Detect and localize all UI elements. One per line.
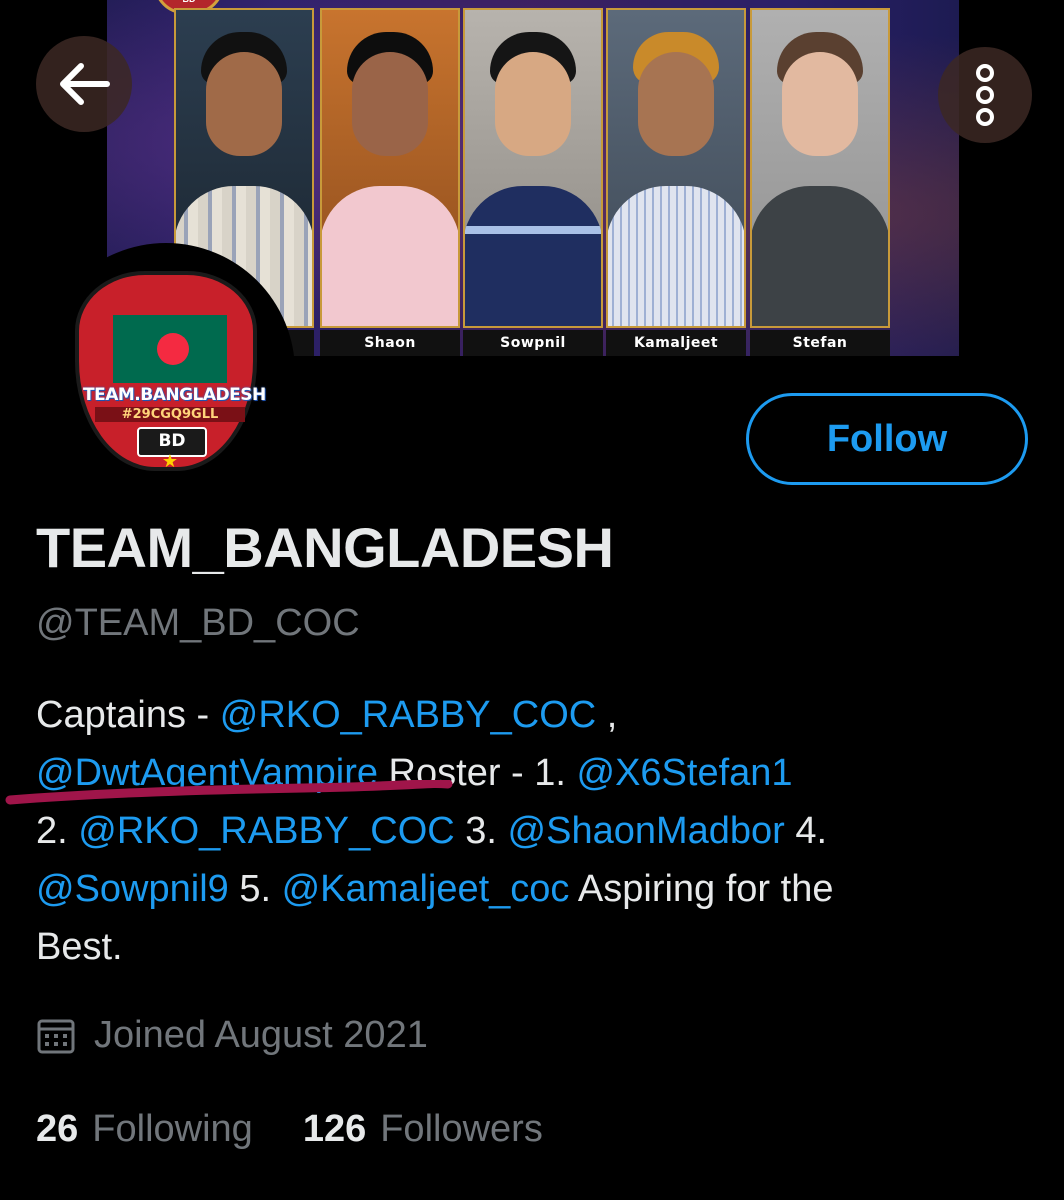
calendar-icon	[37, 1019, 75, 1053]
follow-button[interactable]: Follow	[746, 393, 1028, 485]
player-name-4: Kamaljeet	[606, 330, 746, 356]
mention-link[interactable]: @Kamaljeet_coc	[282, 868, 570, 910]
mention-link[interactable]: @Sowpnil9	[36, 868, 229, 910]
mention-link[interactable]: @DwtAgentVampire	[36, 752, 378, 794]
player-name-3: Sowpnil	[463, 330, 603, 356]
following-link[interactable]: 26 Following	[36, 1108, 253, 1151]
more-options-button[interactable]	[938, 47, 1032, 143]
mention-link[interactable]: @ShaonMadbor	[508, 810, 785, 852]
join-date: Joined August 2021	[36, 1014, 428, 1057]
mention-link[interactable]: @X6Stefan1	[577, 752, 793, 794]
following-label: Following	[92, 1108, 253, 1150]
mention-link[interactable]: @RKO_RABBY_COC	[220, 694, 596, 736]
username-handle: @TEAM_BD_COC	[36, 602, 360, 644]
display-name: TEAM_BANGLADESH	[36, 516, 614, 579]
team-shield-logo: TEAM.BANGLADESH #29CGQ9GLL BD ★	[75, 271, 266, 471]
avatar-tag-text: #29CGQ9GLL	[95, 407, 245, 422]
bio-text: 4.	[784, 810, 828, 852]
player-name-2: Shaon	[320, 330, 460, 356]
player-photo-3	[463, 8, 603, 328]
player-photo-4	[606, 8, 746, 328]
bio-text: Aspiring for the	[569, 868, 834, 910]
bio-text: 2.	[36, 810, 79, 852]
avatar-image: TEAM.BANGLADESH #29CGQ9GLL BD ★	[47, 253, 285, 491]
back-button[interactable]	[36, 36, 132, 132]
mention-link[interactable]: @RKO_RABBY_COC	[78, 810, 454, 852]
bio-line-1: Captains - @RKO_RABBY_COC ,	[36, 686, 617, 744]
star-icon: ★	[161, 451, 179, 471]
bio-text: Roster - 1.	[378, 752, 577, 794]
player-photo-2	[320, 8, 460, 328]
bio-text: 3.	[454, 810, 508, 852]
banner-crest-label: BD	[183, 0, 196, 4]
arrow-left-icon	[60, 63, 110, 105]
profile-avatar[interactable]: TEAM.BANGLADESH #29CGQ9GLL BD ★	[37, 243, 295, 501]
bio-text: ,	[596, 694, 618, 736]
followers-label: Followers	[380, 1108, 543, 1150]
more-vertical-icon	[976, 64, 994, 126]
bio-line-2: @DwtAgentVampire Roster - 1. @X6Stefan1	[36, 744, 793, 802]
bio-line-5: Best.	[36, 926, 123, 968]
followers-count: 126	[302, 1108, 367, 1150]
joined-text: Joined August 2021	[94, 1014, 428, 1056]
bio-line-4: @Sowpnil9 5. @Kamaljeet_coc Aspiring for…	[36, 860, 833, 918]
bio-text: 5.	[228, 868, 282, 910]
bio-line-3: 2. @RKO_RABBY_COC 3. @ShaonMadbor 4.	[36, 802, 827, 860]
follow-stats: 26 Following 126 Followers	[36, 1108, 593, 1151]
avatar-team-text: TEAM.BANGLADESH	[83, 385, 266, 405]
followers-link[interactable]: 126 Followers	[303, 1108, 543, 1151]
following-count: 26	[36, 1108, 79, 1150]
bio-text: Captains -	[36, 694, 220, 736]
player-photo-5	[750, 8, 890, 328]
bangladesh-flag-icon	[113, 315, 227, 383]
player-name-5: Stefan	[750, 330, 890, 356]
